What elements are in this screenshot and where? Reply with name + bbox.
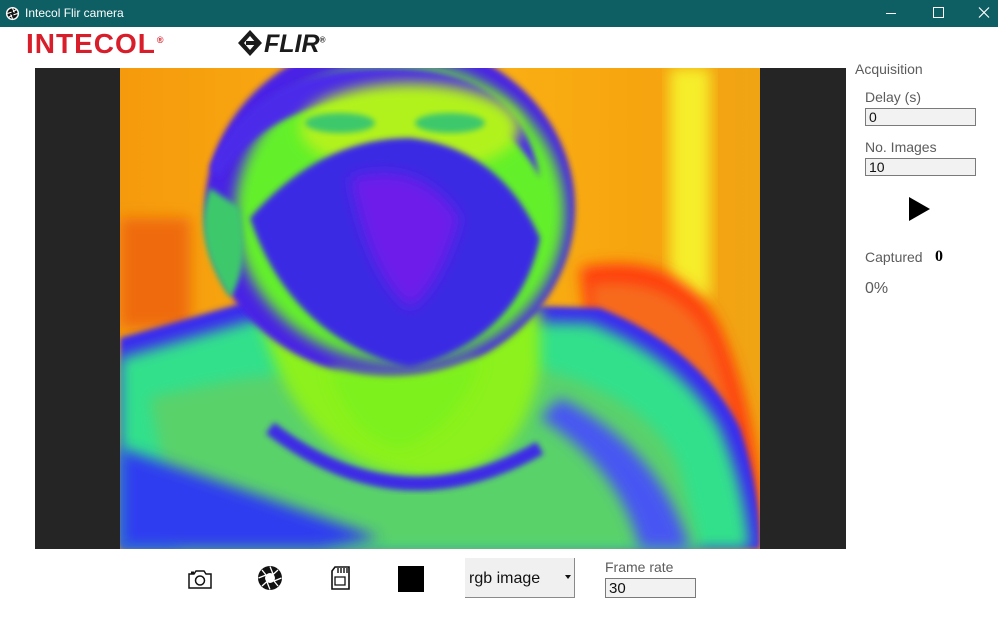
frame-rate-label: Frame rate	[605, 559, 674, 575]
minimize-button[interactable]	[868, 0, 914, 27]
flir-mark-icon	[238, 30, 262, 56]
play-icon[interactable]	[909, 197, 930, 221]
frame-rate-input[interactable]: 30	[605, 578, 696, 598]
images-input[interactable]: 10	[865, 158, 976, 176]
thermal-camera-feed	[120, 68, 760, 549]
stop-icon[interactable]	[398, 566, 424, 592]
aperture-icon[interactable]	[256, 564, 284, 592]
maximize-button[interactable]	[914, 0, 960, 27]
close-icon	[978, 7, 990, 18]
camera-viewer	[35, 68, 846, 549]
delay-label: Delay (s)	[865, 89, 922, 105]
app-aperture-icon	[5, 6, 20, 21]
image-mode-value: rgb image	[469, 570, 541, 587]
image-mode-select[interactable]: rgb image	[465, 558, 575, 598]
chevron-down-icon	[565, 575, 571, 579]
camera-icon[interactable]	[186, 565, 214, 593]
sd-card-icon[interactable]	[327, 564, 355, 592]
delay-input[interactable]: 0	[865, 108, 976, 126]
acquisition-panel: Acquisition Delay (s) 0 No. Images 10 Ca…	[855, 60, 995, 320]
acquisition-heading: Acquisition	[855, 61, 923, 77]
maximize-icon	[933, 7, 944, 18]
minimize-icon	[886, 13, 896, 14]
intecol-logo: INTECOL®	[26, 28, 165, 59]
images-label: No. Images	[865, 139, 937, 155]
captured-count: 0	[935, 248, 943, 265]
close-button[interactable]	[960, 0, 998, 27]
window-title: Intecol Flir camera	[25, 6, 124, 20]
progress-percent: 0%	[865, 280, 889, 297]
title-bar: Intecol Flir camera	[0, 0, 998, 27]
captured-label: Captured	[865, 249, 923, 265]
